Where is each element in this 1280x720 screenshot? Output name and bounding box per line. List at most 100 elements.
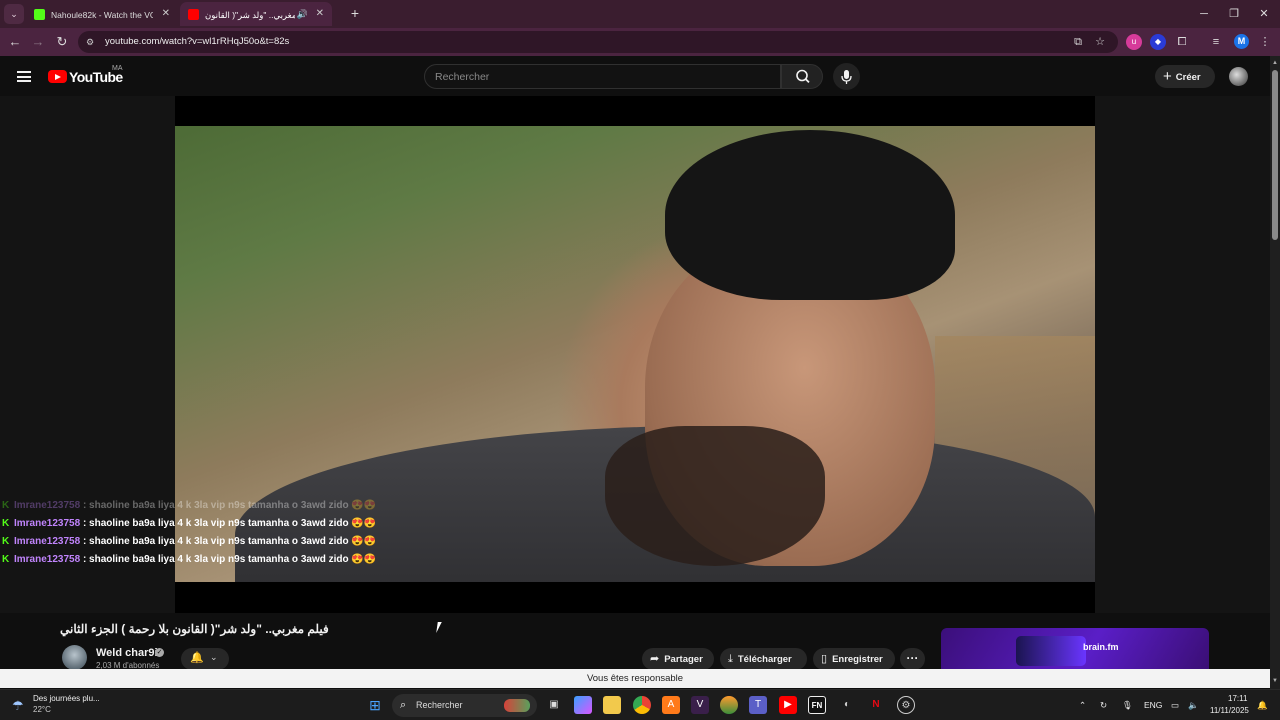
chat-username: Imrane123758 [14, 518, 81, 529]
url-text[interactable]: youtube.com/watch?v=wl1rRHqJ50o&t=82s [105, 31, 289, 53]
extensions-puzzle-icon[interactable]: ⧠ [1174, 34, 1190, 50]
clock-time[interactable]: 17:11 [1228, 694, 1247, 703]
language-indicator[interactable]: ENG [1144, 690, 1162, 720]
share-label: Partager [664, 654, 703, 665]
extension-icon[interactable]: u [1126, 34, 1142, 50]
volume-icon[interactable]: 🔈 [1188, 690, 1199, 720]
share-button[interactable]: ➦ Partager [642, 648, 714, 670]
network-icon[interactable]: ▭ [1171, 690, 1179, 720]
tab-title: Nahoule82k - Watch the VOD on Kick [51, 9, 153, 20]
back-button[interactable]: ← [5, 32, 25, 52]
tab-search-button[interactable]: ⌄ [4, 4, 24, 24]
taskbar-search[interactable]: ⌕ Rechercher [392, 694, 537, 717]
app-icon-fn[interactable]: FN [808, 696, 826, 714]
download-label: Télécharger [737, 654, 792, 665]
app-icon-game[interactable]: ◐ [838, 696, 856, 714]
scrollbar-thumb[interactable] [1272, 70, 1278, 240]
responsibility-notice: Vous êtes responsable [0, 669, 1270, 688]
browser-menu-icon[interactable]: ⋮ [1257, 34, 1273, 50]
voice-search-button[interactable] [833, 63, 860, 90]
browser-tab-strip: ⌄ Nahoule82k - Watch the VOD on Kick ✕ ف… [0, 0, 1280, 28]
frame-hair [665, 130, 955, 300]
download-icon: ⤓ [728, 653, 733, 665]
channel-avatar[interactable] [62, 645, 87, 670]
profile-avatar[interactable]: M [1234, 34, 1249, 49]
scroll-up-icon[interactable]: ▲ [1272, 60, 1278, 66]
chat-text: : shaoline ba9a liya 4 k 3la vip n9s tam… [82, 518, 377, 529]
scroll-down-icon[interactable]: ▼ [1272, 678, 1278, 684]
ad-device-image [1016, 636, 1086, 666]
browser-tab-kick[interactable]: Nahoule82k - Watch the VOD on Kick ✕ [26, 2, 178, 26]
chat-text: : shaoline ba9a liya 4 k 3la vip n9s tam… [82, 536, 377, 547]
reload-button[interactable]: ↻ [52, 32, 72, 52]
search-icon [796, 69, 810, 84]
extension-shield-icon[interactable]: ◆ [1150, 34, 1166, 50]
app-icon-steam[interactable]: ⚙ [897, 696, 915, 714]
channel-name[interactable]: Weld char9i [96, 647, 158, 659]
more-actions-button[interactable]: ··· [900, 648, 925, 670]
forward-button[interactable]: → [28, 32, 48, 52]
subscribed-button[interactable]: 🔔 ⌄ [181, 648, 229, 670]
app-icon-orange[interactable]: A [662, 696, 680, 714]
search-highlight-image [504, 699, 530, 712]
weather-rain-icon[interactable]: ☂ [12, 698, 24, 714]
frame-beard [605, 426, 825, 566]
teams-icon[interactable]: T [749, 696, 767, 714]
copilot-icon[interactable] [574, 696, 592, 714]
youtube-taskbar-icon[interactable]: ▶ [779, 696, 797, 714]
mouse-cursor [436, 622, 446, 633]
windows-taskbar: ☂ Des journées plu... 22°C ⊞ ⌕ Recherche… [0, 689, 1280, 720]
mic-tray-icon[interactable]: 🎙 [1122, 690, 1133, 720]
close-tab-icon[interactable]: ✕ [316, 2, 324, 26]
kick-icon: K [2, 518, 10, 529]
country-code: MA [112, 65, 123, 72]
save-button[interactable]: ▯ Enregistrer [813, 648, 895, 670]
install-app-icon[interactable]: ⧉ [1070, 34, 1086, 50]
browser-tab-youtube[interactable]: فيلم مغربي.. "ولد شر"( القانون 🔊 ✕ [180, 2, 332, 26]
file-explorer-icon[interactable] [603, 696, 621, 714]
task-view-icon[interactable]: ▣ [545, 696, 563, 714]
share-icon: ➦ [650, 653, 660, 665]
chevron-down-icon: ⌄ [210, 652, 218, 662]
hamburger-menu-icon[interactable] [17, 71, 31, 82]
chrome-icon[interactable] [633, 696, 651, 714]
media-controls-icon[interactable]: ≡ [1208, 34, 1224, 50]
taskbar-search-label: Rechercher [416, 700, 463, 710]
close-tab-icon[interactable]: ✕ [162, 2, 170, 26]
chat-username: Imrane123758 [14, 500, 81, 511]
search-input[interactable] [425, 65, 755, 88]
app-icon-purple[interactable]: V [691, 696, 709, 714]
ad-banner[interactable]: brain.fm [941, 628, 1209, 672]
site-info-icon[interactable]: ⚙ [86, 36, 98, 48]
start-button[interactable]: ⊞ [366, 696, 384, 714]
kick-icon: K [2, 554, 10, 565]
minimize-button[interactable]: ─ [1188, 0, 1220, 28]
tray-chevron-icon[interactable]: ⌃ [1079, 690, 1086, 720]
address-bar[interactable]: ⚙ youtube.com/watch?v=wl1rRHqJ50o&t=82s [78, 31, 1118, 53]
restore-button[interactable]: ❐ [1218, 0, 1250, 28]
bookmark-star-icon[interactable]: ☆ [1092, 34, 1108, 50]
app-icon-red[interactable]: N [867, 696, 885, 714]
create-label: Créer [1175, 72, 1201, 83]
search-button[interactable] [781, 64, 823, 89]
create-button[interactable]: + Créer [1155, 65, 1215, 88]
new-tab-button[interactable]: + [346, 4, 364, 22]
speaker-icon[interactable]: 🔊 [297, 2, 308, 26]
youtube-favicon-icon [188, 9, 199, 21]
account-avatar[interactable] [1229, 67, 1248, 86]
chat-text: : shaoline ba9a liya 4 k 3la vip n9s tam… [82, 500, 377, 511]
chat-username: Imrane123758 [14, 536, 81, 547]
close-window-button[interactable]: ✕ [1248, 0, 1280, 28]
bell-icon: 🔔 [190, 652, 204, 664]
sync-icon[interactable]: ↻ [1100, 690, 1107, 720]
page-scrollbar[interactable]: ▲ ▼ [1270, 56, 1280, 689]
download-button[interactable]: ⤓ Télécharger [720, 648, 807, 670]
weather-description[interactable]: Des journées plu... [33, 694, 100, 703]
app-icon-torch[interactable] [720, 696, 738, 714]
notification-icon[interactable]: 🔔 [1257, 690, 1268, 720]
clock-date[interactable]: 11/11/2025 [1210, 706, 1249, 715]
video-title: فيلم مغربي.. "ولد شر"( القانون بلا رحمة … [60, 622, 329, 636]
weather-temperature[interactable]: 22°C [33, 705, 51, 714]
youtube-play-icon [48, 70, 67, 83]
chat-message: K Imrane123758 : shaoline ba9a liya 4 k 3… [2, 497, 402, 515]
